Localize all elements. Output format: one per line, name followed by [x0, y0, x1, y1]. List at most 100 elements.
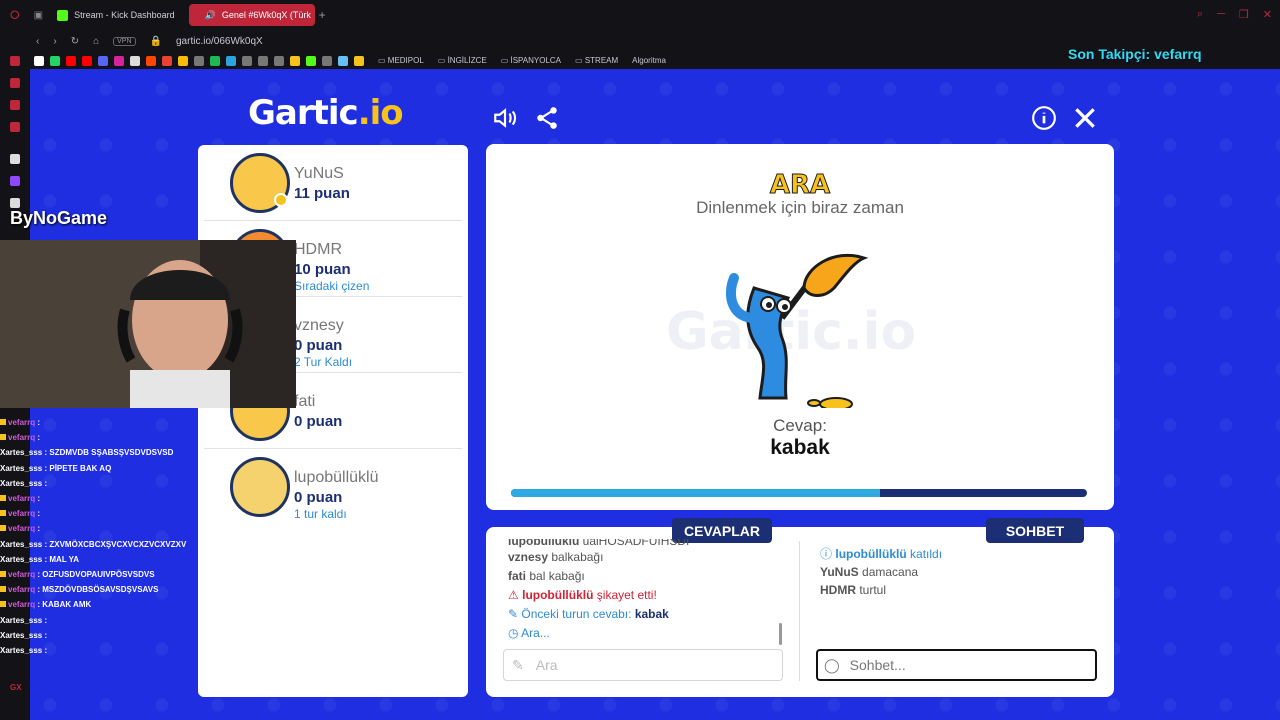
maximize-icon[interactable]: ❐: [1239, 8, 1249, 21]
drawing-canvas[interactable]: Gartic.io ARA Dinlenmek için biraz zaman…: [486, 144, 1114, 510]
google-icon[interactable]: [34, 55, 44, 66]
gmail-icon[interactable]: [162, 55, 172, 66]
sidebar-app-icon[interactable]: [10, 56, 20, 66]
chat-line: vefarrq :: [0, 521, 300, 536]
player-name: vznesy: [294, 317, 344, 334]
chat-badge-icon: [0, 434, 6, 441]
answer-value: kabak: [770, 436, 830, 459]
answer-input[interactable]: ✎ Ara: [503, 649, 783, 681]
kick-icon[interactable]: [306, 55, 316, 66]
chat-input[interactable]: ◯ Sohbet...: [816, 649, 1097, 681]
search-icon[interactable]: ⌕: [1197, 8, 1203, 21]
panel-divider: [799, 541, 800, 681]
chat-line: Xartes_sss :: [0, 643, 300, 658]
list-item: vznesy balkabağı: [508, 550, 604, 564]
tab-kick-dashboard[interactable]: Stream - Kick Dashboard: [47, 4, 185, 26]
chat-username: Xartes_sss: [0, 646, 43, 656]
window-controls: ⌕ ─ ❐ ✕: [1197, 8, 1272, 21]
lock-icon: 🔒: [149, 35, 162, 47]
instagram-icon[interactable]: [114, 55, 124, 66]
answers-list: lupobüllüklü uaiHOSADFUIHSDI vznesy balk…: [508, 539, 778, 643]
chat-message: : PİPETE BAK AQ: [42, 463, 112, 473]
stream-chat-overlay: vefarrq : vefarrq : Xartes_sss : SZDMVDB S…: [0, 415, 300, 658]
workspace-icon[interactable]: ▣: [34, 10, 43, 21]
chat-badge-icon: [0, 571, 6, 578]
progress-fill: [511, 489, 880, 497]
bookmark-icon[interactable]: [322, 55, 332, 66]
info-icon[interactable]: [1031, 105, 1057, 131]
bookmark-icon[interactable]: [258, 55, 268, 66]
vpn-badge[interactable]: VPN: [113, 36, 136, 46]
chat-message: : KABAK AMK: [35, 600, 92, 610]
url-field[interactable]: gartic.io/066Wk0qX: [176, 36, 263, 47]
bookmark-icon[interactable]: [290, 55, 300, 66]
browser-tab-bar: ⭘ ▣ Stream - Kick Dashboard 🔊 Genel #6Wk…: [0, 0, 1280, 30]
chat-username: Xartes_sss: [0, 463, 43, 473]
speaker-icon[interactable]: [492, 105, 518, 131]
chat-list: ⓘ lupobüllüklü katıldı YuNuS damacana HD…: [820, 545, 942, 599]
folder-ispanyolca[interactable]: ▭ İSPANYOLCA: [501, 56, 561, 65]
folder-medipol[interactable]: ▭ MEDIPOL: [378, 56, 424, 65]
reddit-icon[interactable]: [146, 55, 156, 66]
close-window-icon[interactable]: ✕: [1263, 8, 1272, 21]
sidebar-app-icon[interactable]: [10, 100, 20, 110]
discord-icon[interactable]: [98, 55, 108, 66]
chat-message: :: [35, 509, 41, 519]
chat-username: Xartes_sss: [0, 630, 43, 640]
twitch-icon[interactable]: [10, 176, 20, 186]
close-icon[interactable]: [1072, 105, 1098, 131]
new-tab-button[interactable]: +: [319, 8, 326, 22]
forward-icon[interactable]: ›: [53, 36, 56, 47]
chat-username: vefarrq: [8, 433, 36, 443]
chat-message: :: [35, 433, 41, 443]
sponsor-logo: ByNoGame: [10, 208, 108, 228]
sidebar-app-icon[interactable]: [10, 122, 20, 132]
list-item: ⚠ lupobüllüklü şikayet etti!: [508, 588, 657, 602]
chat-line: Xartes_sss : ZXVMÖXCBCXŞVCXVCXZVCXVZXV: [0, 537, 300, 552]
chat-line: Xartes_sss :: [0, 628, 300, 643]
bookmark-icon[interactable]: [354, 55, 364, 66]
chat-badge-icon: [0, 419, 6, 425]
bookmark-icon[interactable]: [242, 55, 252, 66]
answers-scrollbar[interactable]: [779, 623, 782, 645]
folder-stream[interactable]: ▭ STREAM: [575, 56, 618, 65]
telegram-icon[interactable]: [226, 55, 236, 66]
chat-message: :: [42, 478, 48, 488]
sidebar-app-icon[interactable]: [10, 154, 20, 164]
reload-icon[interactable]: ↻: [71, 36, 79, 47]
chat-line: Xartes_sss : PİPETE BAK AQ: [0, 461, 300, 476]
player-name: fati: [294, 393, 316, 410]
youtube-icon[interactable]: [82, 55, 92, 66]
x-icon[interactable]: [10, 198, 20, 208]
steam-icon[interactable]: [338, 55, 348, 66]
list-item: HDMR turtul: [820, 583, 887, 597]
chat-line: vefarrq :: [0, 430, 300, 445]
tab-chat[interactable]: SOHBET: [986, 518, 1084, 543]
bookmark-algoritma[interactable]: Algoritma: [632, 56, 666, 65]
bookmark-icon[interactable]: [194, 55, 204, 66]
spotify-icon[interactable]: [210, 55, 220, 66]
back-icon[interactable]: ‹: [36, 36, 39, 47]
chat-message: : SZDMVDB SŞABSŞVSDVDSVSD: [42, 448, 174, 458]
tab-gartic[interactable]: 🔊 Genel #6Wk0qX (Türk: [188, 4, 315, 26]
bookmark-icon[interactable]: [274, 55, 284, 66]
share-icon[interactable]: [534, 105, 560, 131]
whatsapp-icon[interactable]: [50, 55, 60, 66]
chat-line: vefarrq :: [0, 415, 300, 430]
sidebar-app-icon[interactable]: [10, 78, 20, 88]
list-item: ◷ Ara...: [508, 626, 550, 640]
chat-line: Xartes_sss :: [0, 613, 300, 628]
home-icon[interactable]: ⌂: [93, 36, 99, 47]
x-icon[interactable]: [130, 55, 140, 66]
opera-logo-icon[interactable]: ⭘: [10, 8, 20, 23]
drive-icon[interactable]: [178, 55, 188, 66]
folder-ingilizce[interactable]: ▭ İNGİLİZCE: [438, 56, 487, 65]
list-item: lupobüllüklü uaiHOSADFUIHSDI: [508, 539, 690, 548]
youtube-icon[interactable]: [66, 55, 76, 66]
player-points: 0 puan: [294, 413, 343, 430]
chat-username: vefarrq: [8, 585, 36, 595]
minimize-icon[interactable]: ─: [1217, 8, 1225, 21]
player-row[interactable]: YuNuS 11 puan: [204, 145, 462, 221]
chat-line: vefarrq :: [0, 506, 300, 521]
player-status: 2 Tur Kaldı: [294, 355, 353, 369]
